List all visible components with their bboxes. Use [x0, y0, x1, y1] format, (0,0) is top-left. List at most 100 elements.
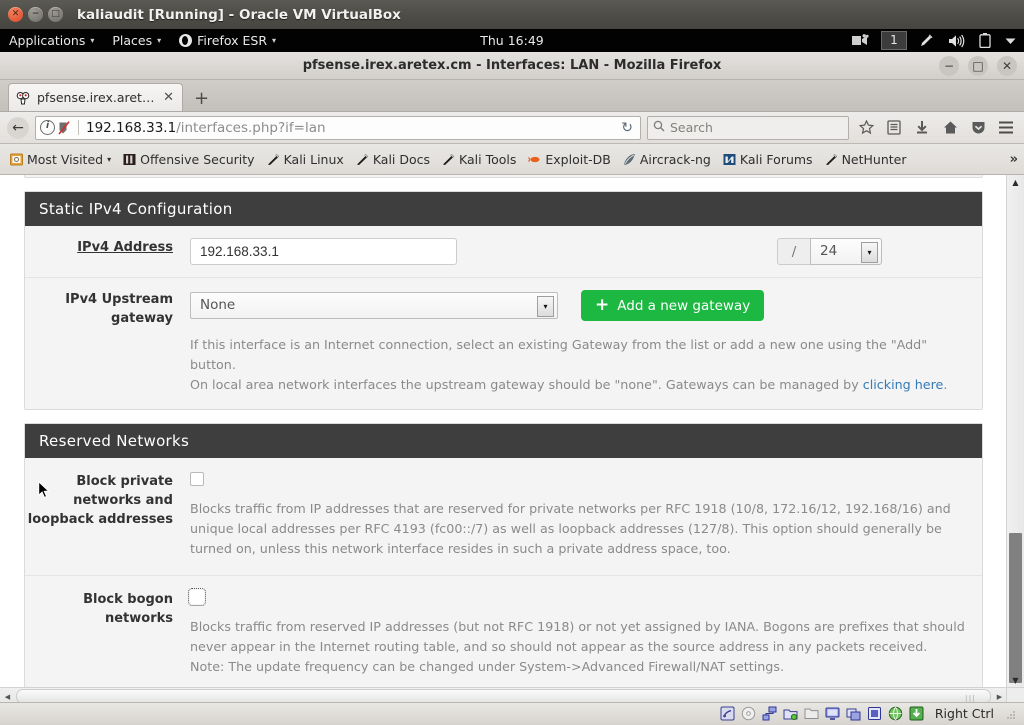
active-app-menu[interactable]: Firefox ESR ▾: [170, 29, 285, 52]
minimize-icon: −: [31, 9, 40, 19]
search-bar[interactable]: Search: [647, 115, 849, 140]
block-bogon-checkbox[interactable]: [188, 588, 206, 606]
scroll-up-button[interactable]: ▲: [1007, 175, 1024, 190]
downloads-icon[interactable]: [911, 117, 933, 139]
reload-button[interactable]: ↻: [618, 120, 636, 136]
url-host: 192.168.33.1: [86, 119, 177, 136]
exploit-db-icon: [528, 153, 541, 166]
help-line-3: Note: The update frequency can be change…: [190, 659, 784, 674]
vertical-scroll-thumb[interactable]: [1009, 533, 1022, 683]
folder-icon[interactable]: [804, 706, 819, 721]
bookmark-most-visited[interactable]: Most Visited ▾: [5, 150, 116, 169]
gateways-manage-link[interactable]: clicking here: [863, 377, 944, 392]
network-icon[interactable]: [762, 706, 777, 721]
ipv4-gateway-select[interactable]: None ▾: [190, 292, 558, 319]
pfsense-favicon: [16, 91, 30, 105]
address-bar-text: 192.168.33.1/interfaces.php?if=lan: [86, 120, 613, 136]
info-icon: i: [40, 120, 55, 135]
hard-disk-icon[interactable]: [720, 706, 735, 721]
vbox-titlebar: ✕ − □ kaliaudit [Running] - Oracle VM Vi…: [0, 0, 1024, 30]
new-tab-button[interactable]: +: [183, 90, 220, 111]
resize-grip-icon[interactable]: [1006, 709, 1016, 719]
vbox-maximize-button[interactable]: □: [48, 7, 63, 22]
offensive-security-icon: [123, 153, 136, 166]
usb-icon[interactable]: [867, 706, 882, 721]
block-private-help: Blocks traffic from IP addresses that ar…: [190, 499, 968, 559]
bookmark-label: Offensive Security: [140, 151, 255, 167]
applications-menu[interactable]: Applications ▾: [0, 29, 103, 52]
aircrack-icon: [623, 153, 636, 166]
row-ipv4-gateway: IPv4 Upstream gateway None ▾ + Add a new…: [25, 278, 982, 409]
address-bar[interactable]: i 192.168.33.1/interfaces.php?if=lan ↻: [35, 115, 641, 140]
vbox-close-button[interactable]: ✕: [8, 7, 23, 22]
library-icon[interactable]: [883, 117, 905, 139]
bookmark-kali-tools[interactable]: Kali Tools: [437, 150, 521, 169]
bookmark-label: Kali Forums: [739, 151, 813, 167]
optical-disk-icon[interactable]: [741, 706, 756, 721]
block-private-checkbox[interactable]: [190, 472, 204, 486]
bookmark-star-icon[interactable]: [855, 117, 877, 139]
firefox-titlebar: pfsense.irex.aretex.cm - Interfaces: LAN…: [0, 52, 1024, 80]
kali-dragon-icon: [825, 153, 838, 166]
download-icon[interactable]: [909, 706, 924, 721]
system-menu-caret[interactable]: [999, 37, 1022, 45]
add-gateway-button[interactable]: + Add a new gateway: [581, 290, 765, 321]
help-line-1: Blocks traffic from reserved IP addresse…: [190, 619, 965, 634]
vbox-minimize-button[interactable]: −: [28, 7, 43, 22]
back-button[interactable]: ←: [7, 116, 29, 139]
bookmarks-overflow-button[interactable]: »: [1010, 152, 1018, 167]
display-icon[interactable]: [825, 706, 840, 721]
identity-box[interactable]: i: [40, 120, 71, 135]
bookmark-aircrack-ng[interactable]: Aircrack-ng: [618, 150, 716, 169]
firefox-navigation-toolbar: ← i 192.168.33.1/interfaces.php?if=lan ↻…: [0, 112, 1024, 144]
pin-icon[interactable]: [913, 33, 940, 48]
close-icon: ✕: [11, 9, 20, 19]
browser-tab-label: pfsense.irex.aretex.c…: [37, 90, 156, 105]
bookmark-label: Kali Tools: [459, 151, 517, 167]
shared-folders-icon[interactable]: [783, 706, 798, 721]
globe-icon[interactable]: [888, 706, 903, 721]
tab-close-icon[interactable]: ✕: [162, 91, 175, 104]
ipv4-gateway-control: None ▾ + Add a new gateway If this inter…: [190, 290, 982, 395]
help-line-2: unique local addresses per RFC 4193 (fc0…: [190, 521, 942, 536]
bookmark-exploit-db[interactable]: Exploit-DB: [523, 150, 615, 169]
firefox-window-controls: − □ ✕: [939, 52, 1017, 79]
ipv4-address-input[interactable]: [190, 238, 457, 265]
add-gateway-label: Add a new gateway: [617, 297, 751, 314]
battery-icon[interactable]: [973, 33, 997, 48]
menu-icon[interactable]: [995, 117, 1017, 139]
workspace-indicator[interactable]: 1: [881, 31, 907, 50]
block-private-control: Blocks traffic from IP addresses that ar…: [190, 472, 982, 559]
pocket-icon[interactable]: [967, 117, 989, 139]
help-line-1: Blocks traffic from IP addresses that ar…: [190, 501, 951, 516]
applications-menu-label: Applications: [9, 33, 86, 48]
page-vertical-scrollbar[interactable]: ▲ ▼: [1006, 175, 1024, 688]
chevron-down-icon: ▾: [107, 154, 112, 164]
camera-icon[interactable]: [846, 34, 875, 47]
browser-tab[interactable]: pfsense.irex.aretex.c… ✕: [8, 83, 183, 111]
firefox-minimize-button[interactable]: −: [939, 55, 959, 76]
ipv4-prefix-select[interactable]: 24 ▾: [810, 238, 882, 265]
block-bogon-label: Block bogon networks: [83, 592, 173, 626]
bookmark-offensive-security[interactable]: Offensive Security: [118, 150, 259, 169]
bookmark-kali-forums[interactable]: Kali Forums: [718, 150, 818, 169]
window-icon[interactable]: [846, 706, 861, 721]
kali-dragon-icon: [267, 153, 280, 166]
host-key-label: Right Ctrl: [934, 706, 994, 721]
panel-reserved-networks-heading: Reserved Networks: [25, 424, 982, 458]
bookmark-kali-docs[interactable]: Kali Docs: [351, 150, 435, 169]
places-menu[interactable]: Places ▾: [103, 29, 170, 52]
bookmark-label: Aircrack-ng: [639, 151, 711, 167]
vbox-title-text: kaliaudit [Running] - Oracle VM VirtualB…: [77, 6, 401, 23]
help-line-2: never appear in the Internet routing tab…: [190, 639, 928, 654]
panel-static-ipv4-heading: Static IPv4 Configuration: [25, 192, 982, 226]
bookmark-nethunter[interactable]: NetHunter: [820, 150, 912, 169]
scroll-down-button[interactable]: ▼: [1007, 673, 1024, 688]
home-icon[interactable]: [939, 117, 961, 139]
firefox-maximize-button[interactable]: □: [968, 55, 988, 76]
volume-icon[interactable]: [942, 34, 971, 48]
search-input[interactable]: Search: [670, 120, 713, 135]
firefox-close-button[interactable]: ✕: [997, 55, 1017, 76]
url-path: /interfaces.php?if=lan: [176, 119, 326, 136]
bookmark-kali-linux[interactable]: Kali Linux: [262, 150, 349, 169]
